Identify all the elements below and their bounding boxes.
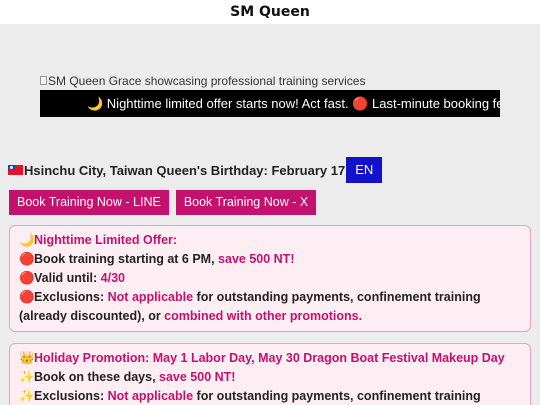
broken-image-icon bbox=[40, 76, 47, 85]
language-toggle-button[interactable]: EN bbox=[346, 157, 383, 183]
page-title: SM Queen bbox=[0, 0, 540, 24]
promo-title: 🌙Nighttime Limited Offer: bbox=[19, 231, 520, 250]
promo-title: 👑Holiday Promotion: May 1 Labor Day, May… bbox=[19, 349, 520, 368]
book-x-button[interactable]: Book Training Now - X bbox=[175, 190, 317, 215]
holiday-promotion-card: 👑Holiday Promotion: May 1 Labor Day, May… bbox=[9, 343, 531, 405]
booking-buttons: Book Training Now - LINE Book Training N… bbox=[9, 190, 317, 215]
promo-line: 🔴Valid until: 4/30 bbox=[19, 269, 520, 288]
info-row: Hsinchu City, Taiwan Queen's Birthday: F… bbox=[8, 157, 383, 183]
sparkles-icon: ✨ bbox=[19, 389, 35, 403]
location-birthday-text: Hsinchu City, Taiwan Queen's Birthday: F… bbox=[24, 162, 346, 178]
sparkles-icon: ✨ bbox=[19, 370, 35, 384]
marquee-text: 🌙 Nighttime limited offer starts now! Ac… bbox=[87, 96, 500, 111]
promo-line: ✨Book on these days, save 500 NT! bbox=[19, 368, 520, 387]
taiwan-flag-icon bbox=[8, 165, 23, 175]
red-circle-icon: 🔴 bbox=[19, 271, 35, 285]
promo-line: 🔴Exclusions: Not applicable for outstand… bbox=[19, 290, 481, 323]
promo-line: ✨Exclusions: Not applicable for outstand… bbox=[19, 387, 520, 405]
nighttime-offer-card: 🌙Nighttime Limited Offer: 🔴Book training… bbox=[9, 225, 531, 332]
promo-line: 🔴Book training starting at 6 PM, save 50… bbox=[19, 250, 520, 269]
hero-image-alt-text: SM Queen Grace showcasing professional t… bbox=[48, 74, 366, 88]
hero-image: SM Queen Grace showcasing professional t… bbox=[40, 74, 365, 89]
announcement-marquee: 🌙 Nighttime limited offer starts now! Ac… bbox=[40, 90, 500, 117]
book-line-button[interactable]: Book Training Now - LINE bbox=[9, 190, 169, 215]
crown-icon: 👑 bbox=[19, 351, 35, 365]
red-circle-icon: 🔴 bbox=[19, 290, 35, 304]
moon-icon: 🌙 bbox=[19, 233, 35, 247]
red-circle-icon: 🔴 bbox=[19, 252, 35, 266]
